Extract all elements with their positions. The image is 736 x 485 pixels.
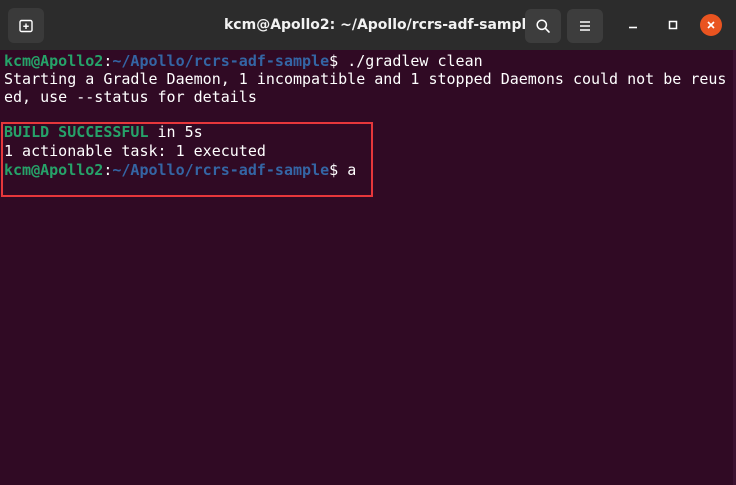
minimize-icon xyxy=(629,26,637,29)
close-button[interactable] xyxy=(700,14,722,36)
menu-button[interactable] xyxy=(567,9,603,43)
maximize-icon xyxy=(668,20,678,30)
new-tab-button[interactable] xyxy=(8,8,44,43)
command-text: ./gradlew clean xyxy=(347,52,483,70)
close-icon xyxy=(707,21,715,29)
terminal-line-output: Starting a Gradle Daemon, 1 incompatible… xyxy=(4,70,727,88)
minimize-button[interactable] xyxy=(622,14,644,36)
search-icon xyxy=(536,19,550,33)
highlight-annotation-box xyxy=(1,122,373,197)
new-tab-icon xyxy=(19,19,33,32)
terminal-output[interactable] xyxy=(0,50,736,485)
hamburger-menu-icon xyxy=(580,21,590,31)
prompt-user-host: kcm@Apollo2 xyxy=(4,52,104,70)
search-button[interactable] xyxy=(525,9,561,43)
terminal-window: kcm@Apollo2: ~/Apollo/rcrs-adf-sample kc… xyxy=(0,0,736,485)
terminal-line-prompt-1: kcm@Apollo2:~/Apollo/rcrs-adf-sample$ ./… xyxy=(4,52,483,70)
maximize-button[interactable] xyxy=(662,14,684,36)
prompt-path: ~/Apollo/rcrs-adf-sample xyxy=(112,52,330,70)
prompt-symbol: $ xyxy=(329,52,348,70)
title-bar[interactable]: kcm@Apollo2: ~/Apollo/rcrs-adf-sample xyxy=(0,0,736,50)
window-title: kcm@Apollo2: ~/Apollo/rcrs-adf-sample xyxy=(224,17,536,33)
terminal-line-output: ed, use --status for details xyxy=(4,88,257,106)
